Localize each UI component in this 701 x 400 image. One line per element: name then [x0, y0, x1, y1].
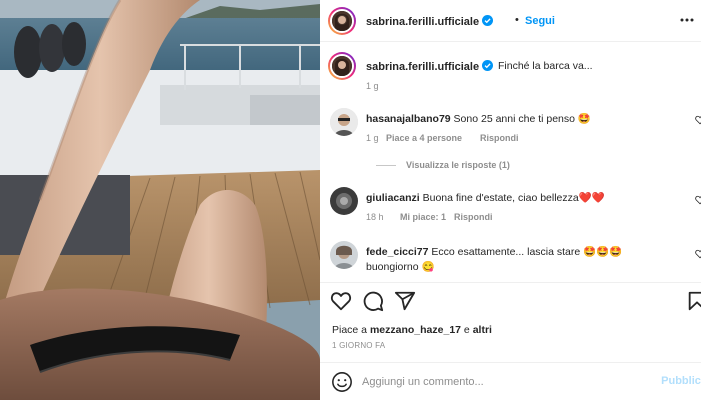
more-options-icon[interactable]: [679, 12, 695, 28]
commenter-avatar-image: [330, 187, 358, 215]
comment-2-reply-label: Rispondi: [454, 212, 493, 222]
comment-1-text: Sono 25 anni che ti penso 🤩: [453, 113, 591, 125]
commenter-avatar-image: [330, 108, 358, 136]
author-username[interactable]: sabrina.ferilli.ufficiale: [366, 15, 494, 28]
comment-like-heart-icon[interactable]: [695, 195, 701, 205]
view-replies-label: Visualizza le risposte (1): [406, 160, 510, 170]
comment-1-likes-text: Piace a 4 persone: [386, 133, 463, 143]
commenter-avatar[interactable]: [330, 108, 358, 136]
publish-button[interactable]: Pubblica: [661, 375, 701, 387]
caption-author-username-text: sabrina.ferilli.ufficiale: [366, 61, 480, 73]
post-date[interactable]: 1 GIORNO FA: [332, 341, 385, 350]
likes-others[interactable]: altri: [473, 324, 492, 336]
comment-1-likes[interactable]: Piace a 4 persone: [386, 133, 462, 143]
comment-1: hasanajalbano79 Sono 25 anni che ti pens…: [366, 112, 591, 125]
post-photo-drawing: [0, 0, 320, 400]
likes-user[interactable]: mezzano_haze_17: [370, 324, 461, 336]
comment-1-reply-label: Rispondi: [480, 133, 519, 143]
emoji-icon[interactable]: [331, 371, 353, 393]
comment-1-time[interactable]: 1 g: [366, 133, 379, 143]
comment-2-likes-text: Mi piace: 1: [400, 212, 447, 222]
caption-author-avatar[interactable]: [328, 52, 356, 80]
author-avatar-image: [332, 11, 352, 31]
likes-summary[interactable]: Piace a mezzano_haze_17 e altri: [332, 324, 492, 336]
comment-like-heart-icon[interactable]: [695, 115, 701, 125]
caption-text: Finché la barca va...: [498, 60, 593, 72]
comment-3-text-line2: buongiorno 😋: [366, 261, 435, 273]
post-details-panel: sabrina.ferilli.ufficiale • Segui sabrin…: [320, 0, 701, 400]
heart-icon[interactable]: [330, 290, 352, 312]
comment-2: giuliacanzi Buona fine d'estate, ciao be…: [366, 191, 605, 204]
view-replies-button[interactable]: Visualizza le risposte (1): [406, 160, 510, 170]
comment-1-author[interactable]: hasanajalbano79: [366, 113, 451, 125]
caption-avatar-image: [332, 56, 352, 76]
add-comment-bar: Pubblica: [320, 362, 701, 400]
author-username-text: sabrina.ferilli.ufficiale: [366, 16, 480, 28]
comment-2-reply-button[interactable]: Rispondi: [454, 212, 493, 222]
comment-2-time[interactable]: 18 h: [366, 212, 384, 222]
bookmark-icon[interactable]: [686, 290, 701, 312]
post-photo[interactable]: [0, 0, 320, 400]
comment-2-text: Buona fine d'estate, ciao bellezza❤️❤️: [422, 192, 605, 204]
post-header: sabrina.ferilli.ufficiale • Segui: [320, 0, 701, 42]
commenter-avatar[interactable]: [330, 241, 358, 269]
comment-3: fede_cicci77 Ecco esattamente... lascia …: [366, 245, 622, 258]
replies-divider: [376, 165, 396, 166]
comment-2-author[interactable]: giuliacanzi: [366, 192, 420, 204]
author-avatar[interactable]: [328, 7, 356, 35]
comment-like-heart-icon[interactable]: [695, 249, 701, 259]
likes-middle: e: [461, 324, 473, 336]
comment-2-likes[interactable]: Mi piace: 1: [400, 212, 446, 222]
comment-icon[interactable]: [362, 290, 384, 312]
commenter-avatar-image: [330, 241, 358, 269]
comment-3-text-line1: Ecco esattamente... lascia stare 🤩🤩🤩: [431, 246, 623, 258]
follow-button[interactable]: Segui: [525, 15, 555, 27]
caption-time[interactable]: 1 g: [366, 81, 379, 91]
caption-author-username[interactable]: sabrina.ferilli.ufficiale: [366, 60, 494, 73]
separator-dot: •: [515, 14, 519, 26]
share-icon[interactable]: [394, 290, 416, 312]
verified-badge-icon: [482, 15, 494, 26]
commenter-avatar[interactable]: [330, 187, 358, 215]
verified-badge-icon: [482, 60, 494, 71]
comment-3-author[interactable]: fede_cicci77: [366, 246, 428, 258]
comment-input[interactable]: [362, 373, 642, 391]
likes-prefix: Piace a: [332, 324, 370, 336]
comment-1-reply-button[interactable]: Rispondi: [480, 133, 519, 143]
